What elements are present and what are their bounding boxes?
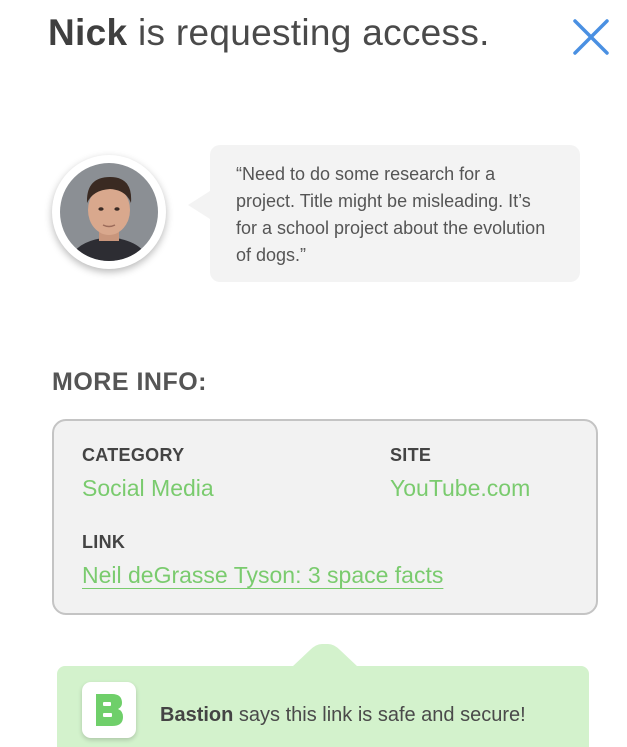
safety-message-text: says this link is safe and secure! [233, 704, 526, 726]
request-message: “Need to do some research for a project.… [236, 164, 546, 265]
more-info-heading: MORE INFO: [52, 368, 207, 396]
banner-pointer [292, 644, 358, 667]
bastion-logo [82, 682, 136, 738]
avatar [52, 155, 166, 269]
site-value: YouTube.com [390, 475, 531, 501]
link-value[interactable]: Neil deGrasse Tyson: 3 space facts [82, 562, 443, 589]
title-suffix: is requesting access. [127, 12, 490, 53]
request-message-bubble: “Need to do some research for a project.… [188, 145, 580, 282]
close-button[interactable] [572, 18, 610, 56]
category-value: Social Media [82, 475, 214, 501]
info-card: CATEGORY Social Media SITE YouTube.com L… [52, 419, 598, 615]
close-icon [573, 19, 609, 55]
brand-name: Bastion [160, 704, 234, 726]
bastion-logo-icon [96, 694, 123, 726]
category-label: CATEGORY [82, 445, 185, 465]
site-label: SITE [390, 445, 432, 465]
avatar-photo [60, 163, 158, 261]
requester-name: Nick [48, 12, 128, 53]
safety-message: Bastion says this link is safe and secur… [160, 704, 526, 727]
page-title: Nick is requesting access. [48, 12, 490, 54]
link-label: LINK [82, 532, 126, 552]
